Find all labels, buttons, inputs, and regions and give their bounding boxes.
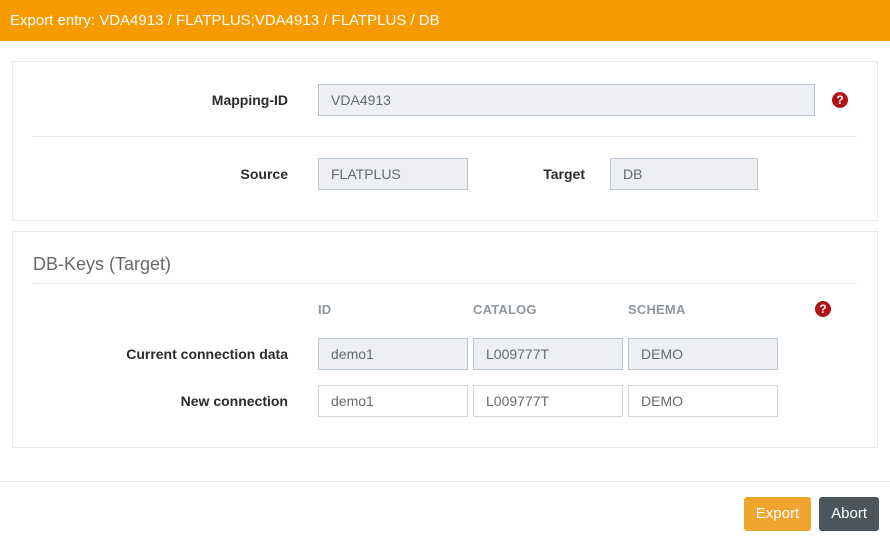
column-header-id: ID <box>318 301 332 317</box>
divider <box>33 136 857 137</box>
target-input <box>610 158 758 190</box>
current-connection-label: Current connection data <box>126 346 288 362</box>
page-title: Export entry: VDA4913 / FLATPLUS;VDA4913… <box>10 12 440 29</box>
source-input <box>318 158 468 190</box>
footer-actions: Export Abort <box>0 482 890 531</box>
abort-button[interactable]: Abort <box>819 497 879 531</box>
question-circle-icon[interactable]: ? <box>832 92 848 108</box>
question-circle-icon[interactable]: ? <box>815 301 831 317</box>
mapping-id-label: Mapping-ID <box>211 92 288 108</box>
mapping-id-input <box>318 84 815 116</box>
column-header-schema: SCHEMA <box>628 301 686 317</box>
divider <box>33 283 857 284</box>
mapping-panel: Mapping-ID ? Source Target <box>12 61 878 221</box>
new-connection-id-input[interactable] <box>318 385 468 417</box>
mapping-id-row: Mapping-ID ? <box>33 84 857 116</box>
new-connection-schema-input[interactable] <box>628 385 778 417</box>
column-header-catalog: CATALOG <box>473 301 537 317</box>
current-connection-id-input <box>318 338 468 370</box>
db-keys-title: DB-Keys (Target) <box>33 254 172 274</box>
source-label: Source <box>240 166 288 182</box>
source-target-row: Source Target <box>33 158 857 190</box>
new-connection-catalog-input[interactable] <box>473 385 623 417</box>
new-connection-label: New connection <box>180 393 288 409</box>
db-keys-column-headers: ID CATALOG SCHEMA ? <box>33 301 857 317</box>
window-title-bar: Export entry: VDA4913 / FLATPLUS;VDA4913… <box>0 0 890 41</box>
db-keys-panel: DB-Keys (Target) ID CATALOG SCHEMA ? Cur… <box>12 231 878 448</box>
current-connection-catalog-input <box>473 338 623 370</box>
current-connection-schema-input <box>628 338 778 370</box>
export-button[interactable]: Export <box>743 497 812 531</box>
target-label: Target <box>543 166 585 182</box>
current-connection-row: Current connection data <box>33 338 857 370</box>
new-connection-row: New connection <box>33 385 857 417</box>
